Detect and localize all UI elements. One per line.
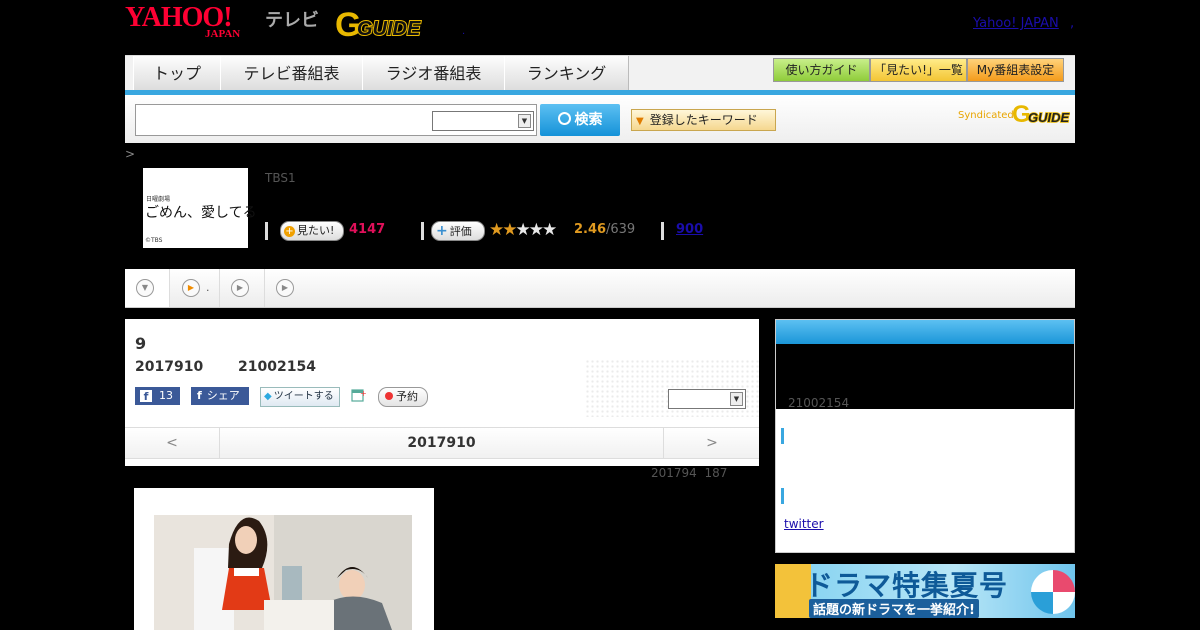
play-icon: ▶ xyxy=(276,279,294,297)
drama-special-banner[interactable]: ドラマ特集夏号 話題の新ドラマを一挙紹介! xyxy=(775,564,1075,618)
tweet-button[interactable]: ◆ ツイートする xyxy=(260,387,340,407)
rating-value: 2.46 xyxy=(574,222,607,237)
dropdown-arrow-icon: ▼ xyxy=(636,116,644,127)
subnav-tab-active[interactable]: ▼ xyxy=(125,269,170,307)
guide-button[interactable]: 使い方ガイド xyxy=(773,58,870,82)
registered-keyword-label: 登録したキーワード xyxy=(649,113,758,127)
my-listings-settings-button[interactable]: My番組表設定 xyxy=(967,58,1064,82)
search-button[interactable]: 検索 xyxy=(540,104,620,136)
nav-tab-top[interactable]: トップ xyxy=(133,56,221,91)
subnav-tab-2[interactable]: ▶ . xyxy=(170,269,220,307)
play-icon: ▶ xyxy=(231,279,249,297)
registered-keyword-button[interactable]: ▼ 登録したキーワード xyxy=(631,109,776,131)
comments-link[interactable]: 900 xyxy=(676,222,703,237)
sidebar-header xyxy=(776,320,1074,344)
facebook-like-count-button[interactable]: f 13 xyxy=(135,387,180,405)
twitter-link[interactable]: twitter xyxy=(784,517,824,531)
updated-info: 201794 187 xyxy=(651,466,728,480)
prev-episode-button[interactable]: < xyxy=(125,428,220,458)
reserve-button[interactable]: 予約 xyxy=(378,387,428,407)
thumb-title: ごめん、愛してる xyxy=(145,205,257,221)
reserve-label: 予約 xyxy=(396,390,418,403)
nav-tab-tv-listings[interactable]: テレビ番組表 xyxy=(220,56,363,91)
facebook-share-label: シェア xyxy=(206,389,240,402)
breadcrumb[interactable]: > xyxy=(125,147,135,161)
tv-logo[interactable]: テレビ xyxy=(265,6,319,32)
nav-tab-ranking[interactable]: ランキング xyxy=(504,56,629,91)
nav-tab-radio-listings[interactable]: ラジオ番組表 xyxy=(362,56,505,91)
next-episode-button[interactable]: > xyxy=(663,428,760,458)
episode-select[interactable]: ▼ xyxy=(668,389,746,409)
chevron-down-icon: ▼ xyxy=(730,392,743,406)
star-icon: ★ xyxy=(502,220,517,240)
gguide-logo[interactable]: G GUIDE xyxy=(335,6,433,44)
rating-stars: ★★★★★ xyxy=(489,220,557,240)
episode-title: 9 xyxy=(135,334,147,353)
plus-icon: + xyxy=(284,226,295,237)
syndicated-gguide-logo: G GUIDE xyxy=(1012,101,1070,129)
facebook-share-button[interactable]: f シェア xyxy=(191,387,249,405)
sidebar-section-marker xyxy=(781,428,784,444)
search-category-select[interactable]: ▼ xyxy=(432,111,534,131)
main-nav: トップ テレビ番組表 ラジオ番組表 ランキング 使い方ガイド 「見たい!」一覧 … xyxy=(125,55,1075,92)
chevron-down-icon: ▼ xyxy=(518,114,531,128)
facebook-count: 13 xyxy=(159,389,173,402)
star-icon: ★ xyxy=(528,220,544,240)
svg-text:GUIDE: GUIDE xyxy=(1028,110,1070,125)
search-icon xyxy=(557,112,571,125)
want-button[interactable]: + 見たい! xyxy=(280,221,344,241)
sidebar-section-marker xyxy=(781,488,784,504)
banner-title: ドラマ特集夏号 xyxy=(805,569,1009,602)
episode-box: 9 2017910 21002154 f 13 f シェア ◆ ツイートする + 予約… xyxy=(125,319,759,466)
subnav-tab-3[interactable]: ▶ xyxy=(220,269,265,307)
program-subnav: ▼ ▶ . ▶ ▶ xyxy=(125,269,1075,308)
episode-photo xyxy=(134,488,434,630)
pager-date: 2017910 xyxy=(407,435,476,451)
episode-time: 21002154 xyxy=(238,359,316,375)
divider-want xyxy=(265,222,268,240)
yahoo-japan-link[interactable]: Yahoo! JAPAN xyxy=(973,16,1059,31)
sidebar-time: 21002154 xyxy=(788,396,850,410)
channel-name: TBS1 xyxy=(265,171,296,185)
search-button-label: 検索 xyxy=(574,112,603,128)
header-dot: . xyxy=(462,26,466,37)
subnav-tab-2-dot: . xyxy=(206,281,210,294)
want-count: 4147 xyxy=(349,222,386,237)
want-list-button[interactable]: 「見たい!」一覧 xyxy=(870,58,967,82)
umbrella-icon xyxy=(1031,570,1075,614)
tweet-label: ツイートする xyxy=(273,391,334,402)
facebook-icon: f xyxy=(197,389,202,402)
star-icon: ★ xyxy=(489,220,504,240)
rating-count: /639 xyxy=(606,222,636,237)
twitter-bird-icon: ◆ xyxy=(264,391,272,402)
calendar-add-icon[interactable]: + xyxy=(350,387,367,403)
episode-pager: < 2017910 > xyxy=(125,427,759,459)
episode-date: 2017910 xyxy=(135,359,204,375)
syndicated-label: Syndicated xyxy=(958,110,1014,121)
facebook-icon: f xyxy=(140,390,152,403)
down-arrow-icon: ▼ xyxy=(136,279,154,297)
rate-label: 評価 xyxy=(449,225,472,238)
divider-comments xyxy=(661,222,664,240)
subnav-tab-4[interactable]: ▶ xyxy=(265,269,309,307)
plus-icon: + xyxy=(436,223,448,239)
svg-text:GUIDE: GUIDE xyxy=(357,18,421,40)
thumb-credit: ©TBS xyxy=(145,237,163,244)
star-icon: ★ xyxy=(515,220,531,240)
record-icon xyxy=(385,392,393,400)
svg-text:+: + xyxy=(360,389,366,398)
sidebar-box: 21002154 twitter xyxy=(775,319,1075,553)
rate-button[interactable]: + 評価 xyxy=(431,221,485,241)
divider-rate xyxy=(421,222,424,240)
want-label: 見たい! xyxy=(297,224,335,237)
banner-subtitle: 話題の新ドラマを一挙紹介! xyxy=(809,599,979,618)
yahoo-japan-logo-sub: JAPAN xyxy=(205,28,241,40)
yahoo-japan-link-sep: , xyxy=(1070,16,1075,31)
star-icon: ★ xyxy=(542,220,557,240)
play-icon: ▶ xyxy=(182,279,200,297)
program-thumbnail: 日曜劇場 ごめん、愛してる ©TBS xyxy=(143,168,257,248)
